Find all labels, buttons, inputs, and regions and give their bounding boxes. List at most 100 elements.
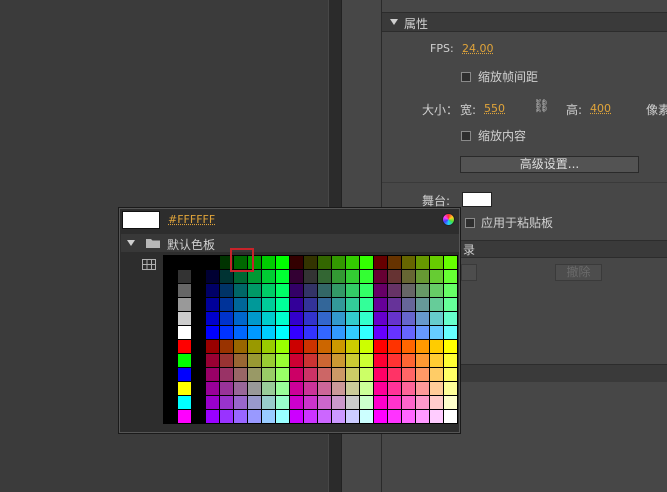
swatch-cell[interactable] [374,270,387,283]
swatch-cell[interactable] [192,326,205,339]
swatch-cell[interactable] [416,368,429,381]
swatch-cell[interactable] [346,354,359,367]
swatch-cell[interactable] [206,410,219,423]
swatch-cell[interactable] [290,312,303,325]
swatch-cell[interactable] [374,396,387,409]
scale-content-checkbox[interactable] [461,131,471,141]
swatch-cell[interactable] [318,298,331,311]
swatch-cell[interactable] [192,270,205,283]
swatch-cell[interactable] [318,270,331,283]
swatch-cell[interactable] [360,284,373,297]
swatch-cell[interactable] [402,410,415,423]
swatch-cell[interactable] [304,396,317,409]
collapse-triangle-icon[interactable] [390,19,398,25]
swatch-cell[interactable] [262,312,275,325]
swatch-cell[interactable] [332,396,345,409]
swatch-cell[interactable] [248,326,261,339]
swatch-cell[interactable] [318,326,331,339]
swatch-cell[interactable] [402,382,415,395]
swatch-cell[interactable] [192,396,205,409]
swatch-cell[interactable] [178,298,191,311]
swatch-cell[interactable] [220,382,233,395]
swatch-cell[interactable] [192,312,205,325]
swatch-cell[interactable] [164,298,177,311]
properties-header[interactable]: 属性 [382,12,667,32]
swatch-cell[interactable] [360,312,373,325]
width-value[interactable]: 550 [484,102,505,115]
swatch-cell[interactable] [318,256,331,269]
swatch-cell[interactable] [430,256,443,269]
swatch-cell[interactable] [360,298,373,311]
swatch-cell[interactable] [290,298,303,311]
swatch-cell[interactable] [416,410,429,423]
swatch-cell[interactable] [304,410,317,423]
swatch-cell[interactable] [388,284,401,297]
swatch-cell[interactable] [262,354,275,367]
swatch-cell[interactable] [346,368,359,381]
palette-collapse-icon[interactable] [127,240,135,246]
swatch-cell[interactable] [430,326,443,339]
swatch-cell[interactable] [164,256,177,269]
swatch-cell[interactable] [304,270,317,283]
swatch-cell[interactable] [262,298,275,311]
swatch-cell[interactable] [290,256,303,269]
swatch-cell[interactable] [374,298,387,311]
swatch-cell[interactable] [290,326,303,339]
palette-header[interactable]: 默认色板 [121,234,459,252]
swatch-cell[interactable] [304,368,317,381]
link-chain-icon[interactable]: ⛓ [533,99,550,114]
swatch-cell[interactable] [178,396,191,409]
swatch-cell[interactable] [290,368,303,381]
swatch-cell[interactable] [346,340,359,353]
swatch-cell[interactable] [430,340,443,353]
swatch-cell[interactable] [164,368,177,381]
swatch-cell[interactable] [192,382,205,395]
swatch-cell[interactable] [444,354,457,367]
swatch-cell[interactable] [444,340,457,353]
swatch-cell[interactable] [430,284,443,297]
swatch-cell[interactable] [402,284,415,297]
swatch-cell[interactable] [290,340,303,353]
swatch-cell[interactable] [360,340,373,353]
swatch-cell[interactable] [402,312,415,325]
swatch-cell[interactable] [388,270,401,283]
swatch-cell[interactable] [164,340,177,353]
swatch-cell[interactable] [388,340,401,353]
swatch-cell[interactable] [262,368,275,381]
swatch-cell[interactable] [206,382,219,395]
swatch-cell[interactable] [402,256,415,269]
swatch-cell[interactable] [402,354,415,367]
swatch-cell[interactable] [444,284,457,297]
swatch-cell[interactable] [234,340,247,353]
swatch-cell[interactable] [164,354,177,367]
swatch-cell[interactable] [416,396,429,409]
swatch-cell[interactable] [192,284,205,297]
swatch-cell[interactable] [374,368,387,381]
swatch-cell[interactable] [220,368,233,381]
swatch-cell[interactable] [206,312,219,325]
swatch-cell[interactable] [444,396,457,409]
swatch-cell[interactable] [444,256,457,269]
swatch-cell[interactable] [318,340,331,353]
swatch-cell[interactable] [262,326,275,339]
swatch-cell[interactable] [402,340,415,353]
swatch-cell[interactable] [192,340,205,353]
swatch-cell[interactable] [164,270,177,283]
fps-value[interactable]: 24.00 [462,42,494,55]
swatch-cell[interactable] [332,270,345,283]
swatch-cell[interactable] [388,312,401,325]
swatch-cell[interactable] [388,368,401,381]
swatch-cell[interactable] [276,326,289,339]
swatch-cell[interactable] [360,354,373,367]
swatch-cell[interactable] [164,396,177,409]
swatch-cell[interactable] [346,410,359,423]
swatch-cell[interactable] [374,256,387,269]
swatch-cell[interactable] [220,410,233,423]
swatch-cell[interactable] [416,340,429,353]
swatch-cell[interactable] [192,354,205,367]
swatch-cell[interactable] [234,410,247,423]
swatch-cell[interactable] [192,410,205,423]
swatch-cell[interactable] [388,326,401,339]
swatch-cell[interactable] [388,298,401,311]
swatch-cell[interactable] [178,368,191,381]
